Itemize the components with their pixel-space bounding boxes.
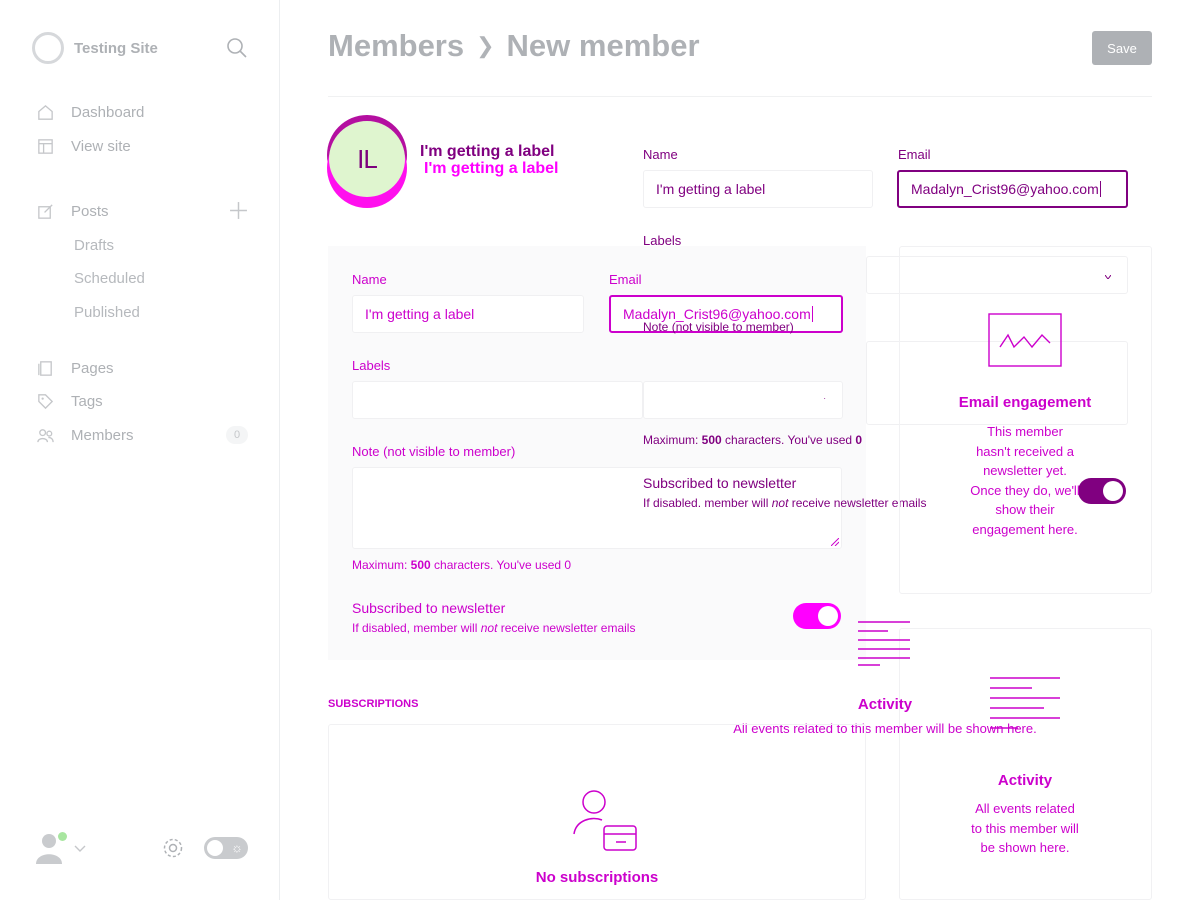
app-root: Testing Site Dashboard View site Posts D…: [0, 0, 1200, 900]
sun-icon: ☼: [231, 840, 243, 855]
activity-text: All events related to this member will b…: [971, 801, 1079, 855]
text-caret: [811, 306, 813, 322]
name-input-value: I'm getting a label: [365, 306, 475, 322]
sidebar-item-members[interactable]: Members 0: [36, 423, 248, 447]
email-label: Email: [609, 272, 642, 287]
gear-icon[interactable]: [161, 836, 185, 860]
labels-input[interactable]: [352, 381, 643, 419]
site-logo: [32, 32, 64, 64]
member-card-icon: [573, 790, 637, 851]
sidebar-item-tags[interactable]: Tags: [36, 389, 248, 413]
sidebar-item-label: Dashboard: [71, 103, 145, 121]
text-caret: [1099, 181, 1101, 197]
resize-handle-icon[interactable]: [831, 538, 839, 546]
newsletter-toggle[interactable]: [793, 603, 841, 629]
site-brand[interactable]: Testing Site: [32, 32, 158, 64]
member-display-name-echo: I'm getting a label: [424, 160, 559, 177]
subscriptions-heading: SUBSCRIPTIONS: [328, 698, 419, 710]
email-label: Email: [898, 147, 931, 162]
name-label: Name: [352, 272, 387, 287]
header-divider: [328, 96, 1152, 97]
members-icon: [37, 428, 54, 442]
activity-list-icon: [990, 677, 1060, 729]
member-display-name: I'm getting a label: [420, 143, 555, 160]
sidebar-item-dashboard[interactable]: Dashboard: [36, 100, 248, 124]
sidebar-item-label: View site: [71, 137, 131, 155]
sidebar-item-drafts[interactable]: Drafts: [74, 237, 114, 254]
note-counter: Maximum: 500 characters. You've used 0: [352, 558, 572, 572]
theme-toggle[interactable]: ☼: [204, 837, 248, 859]
sidebar-item-view-site[interactable]: View site: [36, 134, 248, 158]
breadcrumb: Members ❯ New member: [328, 28, 700, 64]
layout-icon: [38, 138, 53, 154]
site-name: Testing Site: [74, 39, 158, 57]
newsletter-title-echo: Subscribed to newsletter: [643, 475, 797, 491]
sidebar-item-label: Posts: [71, 202, 109, 220]
sidebar-item-label: Pages: [71, 359, 114, 377]
sidebar-item-label: Members: [71, 426, 134, 444]
toggle-knob: [818, 606, 838, 626]
sidebar-item-pages[interactable]: Pages: [36, 356, 248, 380]
sidebar-item-published[interactable]: Published: [74, 304, 140, 321]
sidebar: Testing Site Dashboard View site Posts D…: [0, 0, 280, 900]
activity-list-icon-echo: [858, 621, 910, 666]
activity-panel: [899, 628, 1152, 900]
home-icon: [38, 104, 53, 120]
no-subscriptions-title: No subscriptions: [535, 869, 659, 886]
email-engagement-title: Email engagement: [958, 394, 1092, 411]
note-label: Note (not visible to member): [352, 444, 516, 459]
note-label-echo: Note (not visible to member): [643, 320, 794, 334]
email-field[interactable]: Madalyn_Crist96@yahoo.com: [897, 170, 1128, 208]
sidebar-item-posts[interactable]: Posts: [36, 199, 248, 223]
breadcrumb-members[interactable]: Members: [328, 28, 464, 64]
save-button[interactable]: Save: [1092, 31, 1152, 65]
newsletter-description: If disabled, member will not receive new…: [352, 621, 636, 635]
name-field-value: I'm getting a label: [656, 181, 766, 197]
activity-title-echo: Activity: [857, 696, 913, 713]
edit-icon: [38, 203, 53, 219]
sidebar-item-label: Tags: [71, 392, 103, 410]
search-icon[interactable]: [226, 37, 248, 59]
newsletter-title: Subscribed to newsletter: [352, 600, 506, 616]
member-avatar: IL: [329, 121, 405, 197]
chevron-right-icon: ❯: [476, 33, 495, 58]
online-status-dot: [58, 832, 67, 841]
members-count-badge: 0: [226, 426, 248, 444]
tag-icon: [38, 393, 54, 409]
name-field[interactable]: I'm getting a label: [643, 170, 873, 208]
labels-select-echo[interactable]: ·: [643, 381, 843, 419]
email-engagement-panel: [899, 246, 1152, 594]
sidebar-item-scheduled[interactable]: Scheduled: [74, 270, 145, 287]
email-field-value: Madalyn_Crist96@yahoo.com: [911, 181, 1099, 197]
email-engagement-text: This member hasn't received a newsletter…: [970, 424, 1080, 537]
page-title: New member: [506, 28, 700, 63]
pages-icon: [38, 360, 52, 376]
dropdown-dot: ·: [823, 394, 826, 403]
theme-toggle-knob: [207, 840, 223, 856]
labels-label: Labels: [352, 358, 391, 373]
activity-title: Activity: [997, 772, 1053, 789]
chevron-down-icon[interactable]: [74, 842, 86, 854]
name-label: Name: [643, 147, 678, 162]
add-post-icon[interactable]: [229, 201, 248, 220]
name-input[interactable]: I'm getting a label: [352, 295, 584, 333]
engagement-chart-icon: [988, 313, 1062, 367]
newsletter-desc-echo: If disabled. member will not receive new…: [643, 496, 927, 510]
note-counter-echo: Maximum: 500 characters. You've used 0: [643, 433, 863, 447]
